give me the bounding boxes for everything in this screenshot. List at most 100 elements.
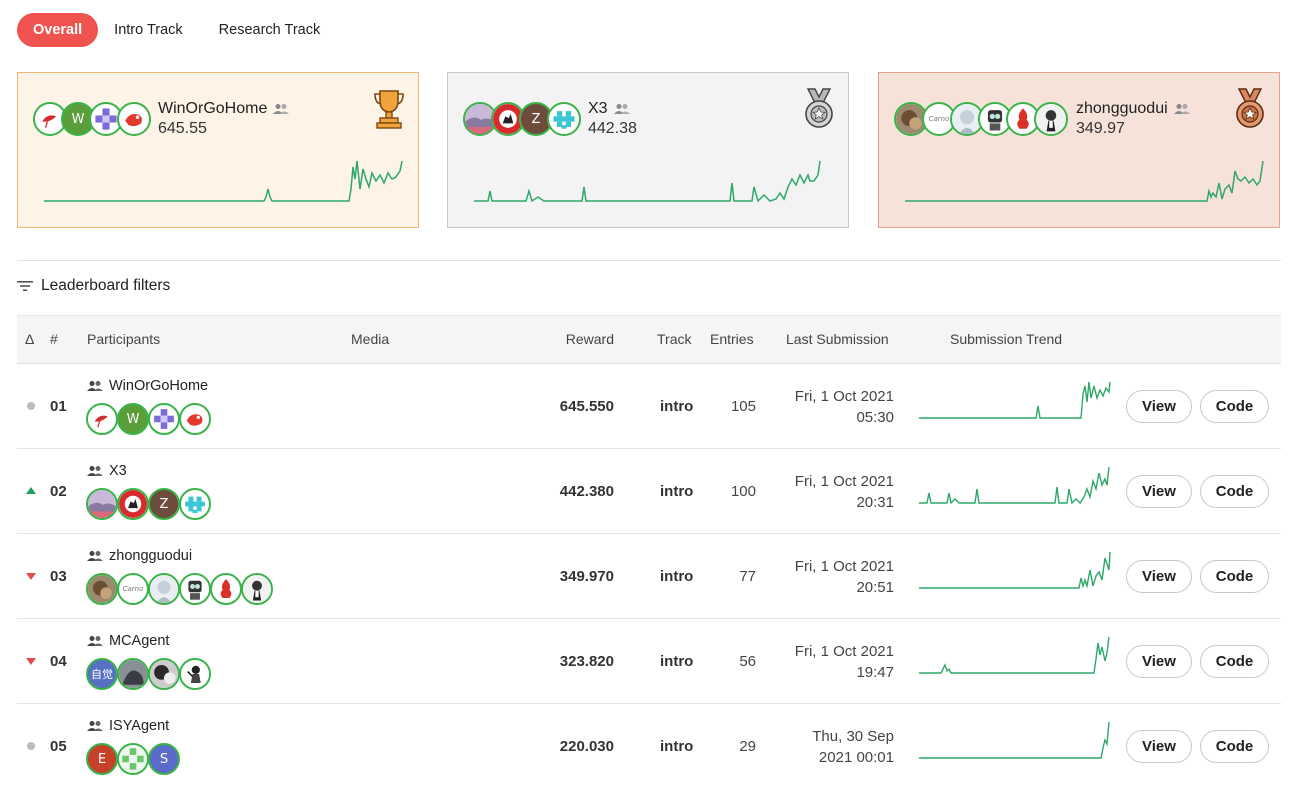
participant-name[interactable]: ISYAgent	[87, 718, 169, 734]
avatar[interactable]	[547, 102, 581, 136]
podium-card-first[interactable]: W WinOrGoHome 645.55	[17, 72, 419, 228]
view-button[interactable]: View	[1126, 390, 1192, 423]
column-last-submission[interactable]: Last Submission	[786, 331, 889, 347]
rank-number: 02	[50, 483, 67, 500]
avatar[interactable]: W	[117, 403, 149, 435]
track-value: intro	[660, 483, 694, 500]
reward-value: 349.970	[559, 568, 614, 585]
table-row[interactable]: 03 zhongguodui Carno 349.970 intro 77 Fr…	[17, 534, 1281, 619]
avatar[interactable]: 自觉	[86, 658, 118, 690]
avatar[interactable]	[241, 573, 273, 605]
view-button[interactable]: View	[1126, 560, 1192, 593]
avatar[interactable]: Carno	[117, 573, 149, 605]
team-name-text: zhongguodui	[1076, 100, 1168, 117]
participant-avatars: E S	[86, 743, 180, 775]
team-name-text: X3	[588, 100, 608, 117]
silver-medal-icon	[805, 88, 833, 128]
avatar[interactable]	[179, 573, 211, 605]
team-icon	[613, 104, 630, 114]
team-score: 442.38	[588, 120, 637, 137]
avatar[interactable]	[148, 658, 180, 690]
avatar[interactable]	[117, 102, 151, 136]
podium-card-third[interactable]: Carno zhongguodui 349.97	[878, 72, 1280, 228]
code-button[interactable]: Code	[1200, 390, 1269, 423]
avatar[interactable]	[179, 403, 211, 435]
track-value: intro	[660, 738, 694, 755]
team-name-text: WinOrGoHome	[158, 100, 268, 117]
code-button[interactable]: Code	[1200, 645, 1269, 678]
avatar[interactable]	[179, 488, 211, 520]
rank-down-icon	[26, 658, 36, 665]
code-button[interactable]: Code	[1200, 475, 1269, 508]
avatar[interactable]	[117, 658, 149, 690]
reward-value: 220.030	[559, 738, 614, 755]
avatar[interactable]	[117, 488, 149, 520]
view-button[interactable]: View	[1126, 730, 1192, 763]
track-value: intro	[660, 653, 694, 670]
team-icon	[1173, 104, 1190, 114]
last-submission: Fri, 1 Oct 2021 20:51	[794, 558, 894, 596]
team-avatars: Z	[463, 102, 581, 136]
table-row[interactable]: 04 MCAgent 自觉 323.820 intro 56 Fri, 1 Oc…	[17, 619, 1281, 704]
team-name[interactable]: zhongguodui	[1076, 100, 1190, 118]
table-row[interactable]: 01 WinOrGoHome W 645.550 intro 105 Fri, …	[17, 364, 1281, 449]
team-icon	[87, 721, 103, 731]
code-button[interactable]: Code	[1200, 560, 1269, 593]
avatar[interactable]	[148, 573, 180, 605]
table-row[interactable]: 02 X3 Z 442.380 intro 100 Fri, 1 Oct 202…	[17, 449, 1281, 534]
section-divider	[17, 260, 1281, 261]
podium-card-second[interactable]: Z X3 442.38	[447, 72, 849, 228]
submission-trend-sparkline	[919, 636, 1110, 674]
avatar[interactable]: E	[86, 743, 118, 775]
participant-avatars: Z	[86, 488, 211, 520]
participant-name[interactable]: WinOrGoHome	[87, 378, 208, 394]
participant-name-text: X3	[109, 463, 127, 479]
avatar[interactable]	[148, 403, 180, 435]
view-button[interactable]: View	[1126, 475, 1192, 508]
track-value: intro	[660, 398, 694, 415]
last-submission: Thu, 30 Sep 2021 00:01	[812, 728, 894, 766]
table-row[interactable]: 05 ISYAgent E S 220.030 intro 29 Thu, 30…	[17, 704, 1281, 787]
team-icon	[87, 381, 103, 391]
participant-name[interactable]: MCAgent	[87, 633, 169, 649]
submission-trend-sparkline	[905, 160, 1264, 202]
column-entries[interactable]: Entries	[710, 331, 754, 347]
tab-overall[interactable]: Overall	[17, 13, 99, 47]
bronze-medal-icon	[1236, 88, 1264, 128]
column-media: Media	[351, 331, 390, 347]
avatar[interactable]	[86, 488, 118, 520]
submission-trend-sparkline	[919, 721, 1110, 759]
avatar[interactable]	[117, 743, 149, 775]
tab-research-track[interactable]: Research Track	[203, 13, 337, 47]
rank-number: 03	[50, 568, 67, 585]
avatar[interactable]	[86, 573, 118, 605]
tab-intro-track[interactable]: Intro Track	[98, 13, 199, 47]
rank-down-icon	[26, 573, 36, 580]
participant-name[interactable]: X3	[87, 463, 127, 479]
column-reward[interactable]: Reward	[566, 331, 614, 347]
avatar[interactable]	[210, 573, 242, 605]
submission-trend-sparkline	[919, 381, 1111, 419]
rank-number: 04	[50, 653, 67, 670]
code-button[interactable]: Code	[1200, 730, 1269, 763]
last-submission: Fri, 1 Oct 2021 20:31	[794, 473, 894, 511]
column-delta: Δ	[25, 331, 35, 347]
team-name[interactable]: WinOrGoHome	[158, 100, 290, 118]
leaderboard-filters-toggle[interactable]: Leaderboard filters	[17, 277, 170, 295]
team-icon	[273, 104, 290, 114]
avatar[interactable]	[179, 658, 211, 690]
team-icon	[87, 551, 103, 561]
team-name[interactable]: X3	[588, 100, 630, 118]
reward-value: 645.550	[559, 398, 614, 415]
submission-trend-sparkline	[474, 160, 821, 203]
participant-name-text: MCAgent	[109, 633, 170, 649]
avatar[interactable]: Z	[148, 488, 180, 520]
avatar[interactable]	[1034, 102, 1068, 136]
avatar[interactable]	[86, 403, 118, 435]
view-button[interactable]: View	[1126, 645, 1192, 678]
entries-count: 77	[739, 568, 756, 585]
track-tabs: Overall Intro Track Research Track	[17, 13, 336, 47]
avatar[interactable]: S	[148, 743, 180, 775]
team-avatars: W	[33, 102, 151, 136]
participant-name[interactable]: zhongguodui	[87, 548, 192, 564]
